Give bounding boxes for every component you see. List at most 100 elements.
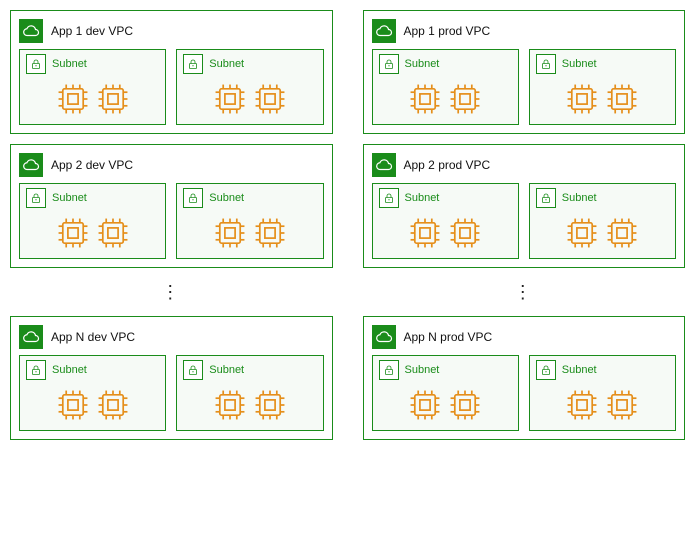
chip-icon [408,388,442,422]
chip-icon [408,82,442,116]
subnet-header: Subnet [536,188,669,208]
lock-icon [26,54,46,74]
subnet-header: Subnet [536,360,669,380]
vpc-header: App N dev VPC [19,325,324,349]
ellipsis-icon: ⋮ [363,278,686,306]
vpc-header: App 2 prod VPC [372,153,677,177]
lock-icon [26,188,46,208]
chip-icon [565,216,599,250]
subnet-box: Subnet [372,49,519,125]
subnet-title: Subnet [52,58,87,70]
chip-icon [96,388,130,422]
cloud-icon [19,19,43,43]
chip-icon [253,216,287,250]
vpc-header: App 2 dev VPC [19,153,324,177]
vpc-header: App N prod VPC [372,325,677,349]
vpc-box: App N dev VPC Subnet Subnet [10,316,333,440]
lock-icon [536,54,556,74]
subnet-title: Subnet [562,364,597,376]
subnet-box: Subnet [19,183,166,259]
chip-icon [96,82,130,116]
chip-icon [253,388,287,422]
subnet-title: Subnet [562,192,597,204]
chip-row [536,78,669,118]
lock-icon [379,188,399,208]
subnet-header: Subnet [26,188,159,208]
vpc-title: App 1 dev VPC [51,24,133,38]
subnet-title: Subnet [405,58,440,70]
subnet-box: Subnet [372,183,519,259]
chip-icon [408,216,442,250]
subnet-header: Subnet [379,360,512,380]
vpc-header: App 1 dev VPC [19,19,324,43]
cloud-icon [19,153,43,177]
chip-icon [56,82,90,116]
subnet-box: Subnet [19,49,166,125]
subnet-title: Subnet [209,58,244,70]
chip-icon [565,82,599,116]
subnet-title: Subnet [52,192,87,204]
subnet-row: Subnet Subnet [372,183,677,259]
subnet-header: Subnet [26,360,159,380]
subnet-title: Subnet [209,192,244,204]
subnet-box: Subnet [176,183,323,259]
lock-icon [183,188,203,208]
subnet-box: Subnet [176,49,323,125]
lock-icon [379,54,399,74]
cloud-icon [19,325,43,349]
subnet-row: Subnet Subnet [372,49,677,125]
subnet-title: Subnet [52,364,87,376]
chip-icon [213,216,247,250]
subnet-title: Subnet [209,364,244,376]
chip-icon [565,388,599,422]
chip-icon [605,388,639,422]
subnet-box: Subnet [529,355,676,431]
subnet-header: Subnet [183,188,316,208]
chip-row [183,384,316,424]
chip-row [26,212,159,252]
chip-row [183,212,316,252]
vpc-box: App 2 prod VPC Subnet Subnet [363,144,686,268]
lock-icon [536,188,556,208]
subnet-title: Subnet [562,58,597,70]
subnet-header: Subnet [379,188,512,208]
subnet-row: Subnet Subnet [19,355,324,431]
subnet-header: Subnet [536,54,669,74]
chip-row [379,384,512,424]
lock-icon [26,360,46,380]
subnet-box: Subnet [176,355,323,431]
chip-row [26,384,159,424]
vpc-box: App 1 prod VPC Subnet Subnet [363,10,686,134]
vpc-title: App N dev VPC [51,330,135,344]
subnet-box: Subnet [372,355,519,431]
cloud-icon [372,153,396,177]
chip-icon [56,216,90,250]
chip-icon [213,388,247,422]
subnet-header: Subnet [183,360,316,380]
lock-icon [379,360,399,380]
subnet-title: Subnet [405,364,440,376]
chip-row [536,212,669,252]
subnet-header: Subnet [379,54,512,74]
chip-icon [448,216,482,250]
chip-icon [253,82,287,116]
lock-icon [183,360,203,380]
vpc-title: App 2 dev VPC [51,158,133,172]
ellipsis-icon: ⋮ [10,278,333,306]
chip-icon [213,82,247,116]
chip-row [379,212,512,252]
vpc-title: App N prod VPC [404,330,493,344]
chip-icon [605,216,639,250]
subnet-header: Subnet [26,54,159,74]
ellipsis-row: ⋮ ⋮ [10,278,685,306]
vpc-title: App 2 prod VPC [404,158,491,172]
subnet-box: Subnet [529,183,676,259]
vpc-box: App 1 dev VPC Subnet Subnet [10,10,333,134]
chip-icon [605,82,639,116]
subnet-title: Subnet [405,192,440,204]
chip-row [536,384,669,424]
subnet-row: Subnet Subnet [19,183,324,259]
chip-icon [448,82,482,116]
diagram-grid: App 1 dev VPC Subnet Subnet [10,10,685,440]
chip-icon [96,216,130,250]
